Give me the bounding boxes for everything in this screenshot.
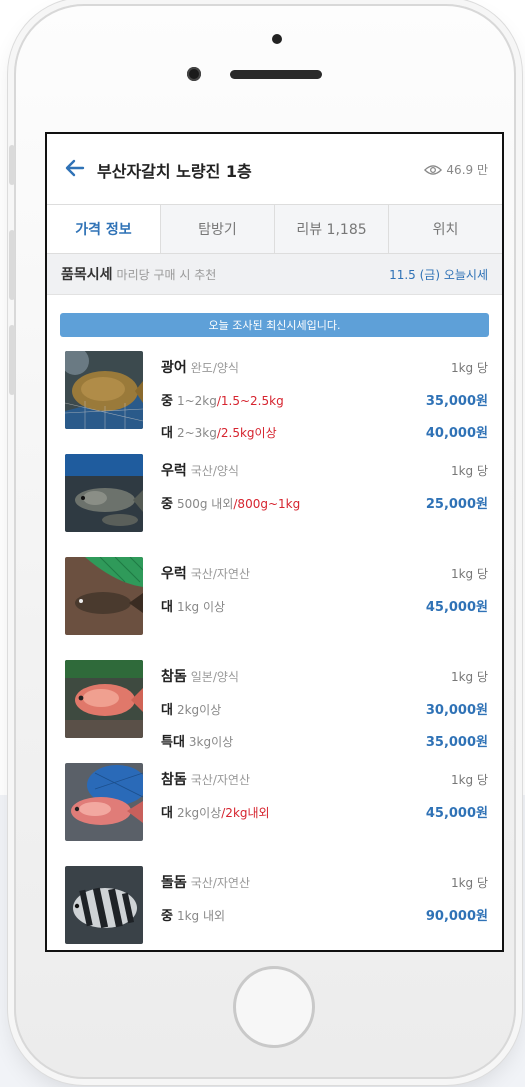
notice-banner: 오늘 조사된 최신시세입니다.	[60, 313, 489, 337]
fish-origin: 완도/양식	[190, 361, 239, 375]
tab-location[interactable]: 위치	[388, 205, 502, 253]
tab-price-info[interactable]: 가격 정보	[47, 205, 160, 253]
size-spec: 1kg 이상	[176, 599, 226, 614]
size-spec: 1kg 내외	[176, 908, 226, 923]
fish-origin: 일본/양식	[190, 670, 239, 684]
fish-thumbnail	[65, 763, 143, 841]
fish-thumbnail	[65, 454, 143, 532]
fish-name: 참돔	[161, 772, 187, 788]
price: 25,000원	[425, 496, 488, 512]
view-count: 46.9 만	[424, 161, 488, 178]
list-item[interactable]: 광어 완도/양식 1kg 당 중 1~2kg/1.5~2.5kg 35,000원 대…	[47, 349, 502, 452]
section-heading: 품목시세 마리당 구매 시 추천	[61, 264, 216, 284]
fish-origin: 국산/자연산	[190, 773, 251, 787]
fish-name: 돌돔	[161, 875, 187, 891]
section-subtitle: 마리당 구매 시 추천	[116, 268, 217, 282]
price-unit: 1kg 당	[450, 566, 488, 581]
fish-origin: 국산/양식	[190, 464, 239, 478]
price-unit: 1kg 당	[450, 772, 488, 787]
item-info: 광어 완도/양식 1kg 당 중 1~2kg/1.5~2.5kg 35,000원 대…	[161, 351, 488, 447]
size-grade: 대	[161, 599, 173, 615]
price: 30,000원	[425, 702, 488, 718]
size-spec-highlight: /2.5kg이상	[216, 425, 277, 440]
fish-name: 우럭	[161, 566, 187, 582]
fish-name: 참돔	[161, 669, 187, 685]
fish-thumbnail	[65, 660, 143, 738]
size-spec-highlight: /1.5~2.5kg	[216, 393, 284, 408]
fish-name: 광어	[161, 360, 187, 376]
price-unit: 1kg 당	[450, 875, 488, 890]
size-spec: 2~3kg	[176, 425, 217, 440]
list-item[interactable]: 우럭 국산/자연산 1kg 당 대 1kg 이상 45,000원	[47, 555, 502, 658]
fish-thumbnail	[65, 866, 143, 944]
item-info: 참돔 국산/자연산 1kg 당 대 2kg이상/2kg내외 45,000원	[161, 763, 488, 827]
item-info: 참돔 일본/양식 1kg 당 대 2kg이상 30,000원 특대 3kg이상 35,…	[161, 660, 488, 756]
item-info: 우럭 국산/자연산 1kg 당 대 1kg 이상 45,000원	[161, 557, 488, 621]
price-unit: 1kg 당	[450, 463, 488, 478]
size-spec-highlight: /2kg내외	[221, 805, 270, 820]
size-grade: 대	[161, 805, 173, 821]
view-count-text: 46.9 만	[446, 163, 488, 177]
price: 35,000원	[425, 734, 488, 750]
proximity-sensor	[272, 34, 282, 44]
tab-visit-log[interactable]: 탐방기	[160, 205, 274, 253]
front-camera	[187, 67, 201, 81]
fish-thumbnail	[65, 351, 143, 429]
fish-origin: 국산/자연산	[190, 876, 251, 890]
item-info: 돌돔 국산/자연산 1kg 당 중 1kg 내외 90,000원	[161, 866, 488, 930]
size-grade: 대	[161, 425, 173, 441]
size-spec: 3kg이상	[188, 734, 234, 749]
size-grade: 대	[161, 702, 173, 718]
page-title: 부산자갈치 노량진 1층	[97, 162, 252, 181]
price: 45,000원	[425, 599, 488, 615]
mute-switch	[9, 145, 15, 185]
list-item[interactable]: 돌돔 국산/자연산 1kg 당 중 1kg 내외 90,000원	[47, 864, 502, 950]
section-title: 품목시세	[61, 267, 113, 283]
home-button[interactable]	[233, 966, 315, 1048]
size-spec: 500g 내외	[176, 496, 234, 511]
earpiece-speaker	[230, 70, 322, 79]
size-grade: 특대	[161, 734, 185, 750]
price: 90,000원	[425, 908, 488, 924]
size-grade: 중	[161, 393, 173, 409]
price-unit: 1kg 당	[450, 360, 488, 375]
volume-up-button	[9, 230, 15, 300]
price-date[interactable]: 11.5 (금) 오늘시세	[389, 266, 488, 283]
fish-thumbnail	[65, 557, 143, 635]
fish-origin: 국산/자연산	[190, 567, 251, 581]
size-grade: 중	[161, 908, 173, 924]
section-header: 품목시세 마리당 구매 시 추천 11.5 (금) 오늘시세	[47, 254, 502, 295]
size-spec: 2kg이상	[176, 702, 222, 717]
list-item[interactable]: 참돔 국산/자연산 1kg 당 대 2kg이상/2kg내외 45,000원	[47, 761, 502, 864]
tab-bar: 가격 정보 탐방기 리뷰 1,185 위치	[47, 204, 502, 254]
arrow-left-icon[interactable]	[63, 156, 87, 180]
size-spec-highlight: /800g~1kg	[233, 496, 301, 511]
volume-down-button	[9, 325, 15, 395]
size-grade: 중	[161, 496, 173, 512]
price: 40,000원	[425, 425, 488, 441]
list-item[interactable]: 참돔 일본/양식 1kg 당 대 2kg이상 30,000원 특대 3kg이상 35,…	[47, 658, 502, 761]
size-spec: 2kg이상	[176, 805, 222, 820]
fish-name: 우럭	[161, 463, 187, 479]
price: 35,000원	[425, 393, 488, 409]
eye-icon	[424, 164, 443, 175]
item-info: 우럭 국산/양식 1kg 당 중 500g 내외/800g~1kg 25,000원	[161, 454, 488, 518]
price-unit: 1kg 당	[450, 669, 488, 684]
list-item[interactable]: 우럭 국산/양식 1kg 당 중 500g 내외/800g~1kg 25,000원	[47, 452, 502, 555]
header: 부산자갈치 노량진 1층 46.9 만	[47, 134, 502, 204]
app-screen: 부산자갈치 노량진 1층 46.9 만 가격 정보 탐방기 리뷰 1,185 위…	[45, 132, 504, 952]
price: 45,000원	[425, 805, 488, 821]
tab-reviews[interactable]: 리뷰 1,185	[274, 205, 388, 253]
size-spec: 1~2kg	[176, 393, 217, 408]
